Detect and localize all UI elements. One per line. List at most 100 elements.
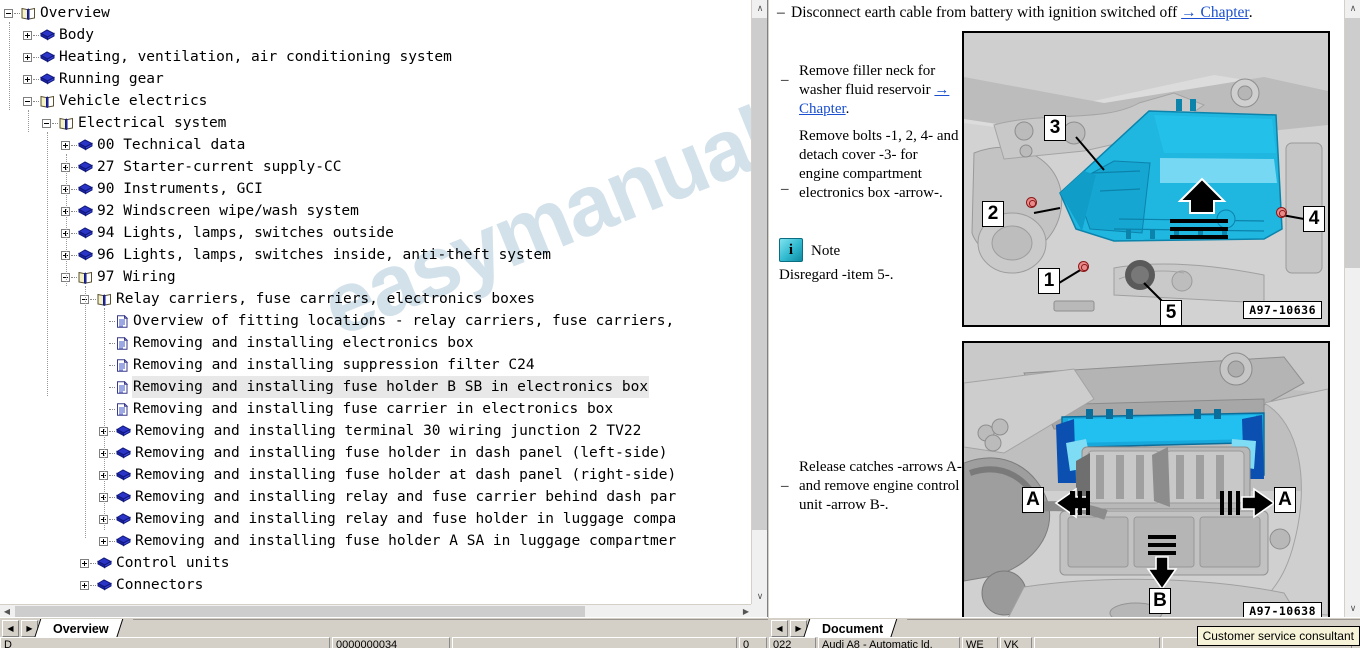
tree-item-11[interactable]: 96 Lights, lamps, switches inside, anti-… xyxy=(0,244,753,266)
tree-item-10[interactable]: 94 Lights, lamps, switches outside xyxy=(0,222,753,244)
instruction-disconnect-earth-cable: – Disconnect earth cable from battery wit… xyxy=(777,4,1317,22)
tree-item-5[interactable]: Electrical system xyxy=(0,112,753,134)
tab-prev-button-left[interactable]: ◀ xyxy=(2,620,19,637)
tree-item-22[interactable]: Removing and installing relay and fuse c… xyxy=(0,486,753,508)
left-tabstrip: ◀ ▶ Overview xyxy=(0,617,768,639)
tree-hscroll-thumb[interactable] xyxy=(15,606,585,617)
tree-item-17[interactable]: Removing and installing fuse holder B SB… xyxy=(0,376,753,398)
collapse-icon[interactable] xyxy=(4,8,13,18)
step-release-catches: – Release catches -arrows A- and remove … xyxy=(781,458,966,515)
expand-icon[interactable] xyxy=(61,140,70,150)
document-vscroll-thumb[interactable] xyxy=(1345,18,1360,268)
tree-item-14[interactable]: Overview of fitting locations - relay ca… xyxy=(0,310,753,332)
blue-book-icon xyxy=(78,204,93,218)
tree-guide-line xyxy=(66,154,67,286)
step-remove-filler-neck: – Remove filler neck for washer fluid re… xyxy=(781,62,961,119)
blue-book-icon xyxy=(116,468,131,482)
collapse-icon[interactable] xyxy=(42,118,51,128)
expand-icon[interactable] xyxy=(80,558,89,568)
scroll-left-icon[interactable]: ◀ xyxy=(0,605,14,617)
tree-guide-line xyxy=(85,286,86,538)
step-text: Release catches -arrows A- and remove en… xyxy=(799,459,962,513)
scroll-up-icon[interactable]: ∧ xyxy=(752,0,767,17)
tree-item-13[interactable]: Relay carriers, fuse carriers, electroni… xyxy=(0,288,753,310)
tree-item-6[interactable]: 00 Technical data xyxy=(0,134,753,156)
tree-item-23[interactable]: Removing and installing relay and fuse h… xyxy=(0,508,753,530)
tree-item-26[interactable]: Connectors xyxy=(0,574,753,596)
callout-A-right: A xyxy=(1274,487,1296,513)
tree-item-7[interactable]: 27 Starter-current supply-CC xyxy=(0,156,753,178)
tree-guide-line xyxy=(52,122,58,124)
figure1-caption: A97-10636 xyxy=(1243,301,1322,319)
scroll-down-icon[interactable]: ∨ xyxy=(752,588,767,605)
document-viewport[interactable]: – Disconnect earth cable from battery wit… xyxy=(769,0,1344,617)
tree-item-24[interactable]: Removing and installing fuse holder A SA… xyxy=(0,530,753,552)
tree-item-label: Connectors xyxy=(116,577,204,593)
tree-guide-line xyxy=(109,474,115,476)
document-icon xyxy=(116,380,129,394)
blue-book-icon xyxy=(97,556,112,570)
callout-5: 5 xyxy=(1160,300,1182,325)
figure-engine-control-unit: A A B A97-10638 xyxy=(962,341,1330,617)
tree-item-label: Removing and installing relay and fuse h… xyxy=(135,511,677,527)
tab-overview[interactable]: Overview xyxy=(42,618,123,639)
chapter-link[interactable]: → Chapter xyxy=(1181,4,1249,21)
tree-item-3[interactable]: Running gear xyxy=(0,68,753,90)
tree-item-16[interactable]: Removing and installing suppression filt… xyxy=(0,354,753,376)
tree-item-15[interactable]: Removing and installing electronics box xyxy=(0,332,753,354)
callout-4: 4 xyxy=(1303,206,1325,232)
expand-icon[interactable] xyxy=(99,536,108,546)
tree-list[interactable]: Overview Body Heating, ventilation, air co… xyxy=(0,0,753,596)
instruction-text: Disconnect earth cable from battery with… xyxy=(791,4,1178,21)
document-icon xyxy=(116,336,129,350)
tree-guide-line xyxy=(90,562,96,564)
bolt-marker-1 xyxy=(1078,261,1089,272)
expand-icon[interactable] xyxy=(80,580,89,590)
tree-guide-line xyxy=(28,110,29,132)
scroll-down-icon[interactable]: ∨ xyxy=(1345,600,1360,617)
tree-item-label: 27 Starter-current supply-CC xyxy=(97,159,342,175)
expand-icon[interactable] xyxy=(23,52,32,62)
scroll-up-icon[interactable]: ∧ xyxy=(1345,0,1360,17)
tree-horizontal-scrollbar[interactable]: ◀ ▶ xyxy=(0,604,753,617)
tree-vertical-scrollbar[interactable]: ∧ ∨ xyxy=(751,0,767,605)
tree-item-18[interactable]: Removing and installing fuse carrier in … xyxy=(0,398,753,420)
tree-item-label: Removing and installing fuse carrier in … xyxy=(133,401,614,417)
status-cell-1: 0000000034 xyxy=(332,637,450,648)
tree-item-8[interactable]: 90 Instruments, GCI xyxy=(0,178,753,200)
tree-item-12[interactable]: 97 Wiring xyxy=(0,266,753,288)
collapse-icon[interactable] xyxy=(23,96,32,106)
tree-item-label: Overview xyxy=(40,5,110,21)
blue-book-icon xyxy=(116,534,131,548)
tree-item-9[interactable]: 92 Windscreen wipe/wash system xyxy=(0,200,753,222)
blue-book-icon xyxy=(78,182,93,196)
tree-item-1[interactable]: Body xyxy=(0,24,753,46)
expand-icon[interactable] xyxy=(23,74,32,84)
tree-item-label: 97 Wiring xyxy=(97,269,176,285)
tree-item-4[interactable]: Vehicle electrics xyxy=(0,90,753,112)
callout-2: 2 xyxy=(982,201,1004,227)
tree-guide-line xyxy=(71,276,77,278)
tree-item-2[interactable]: Heating, ventilation, air conditioning s… xyxy=(0,46,753,68)
tree-guide-line xyxy=(71,144,77,146)
tree-item-0[interactable]: Overview xyxy=(0,2,753,24)
tree-guide-line xyxy=(71,166,77,168)
tab-prev-button-right[interactable]: ◀ xyxy=(771,620,788,637)
tree-item-25[interactable]: Control units xyxy=(0,552,753,574)
tree-item-21[interactable]: Removing and installing fuse holder at d… xyxy=(0,464,753,486)
blue-book-icon xyxy=(40,72,55,86)
tree-item-20[interactable]: Removing and installing fuse holder in d… xyxy=(0,442,753,464)
document-vertical-scrollbar[interactable]: ∧ ∨ xyxy=(1344,0,1360,617)
tree-item-label: Control units xyxy=(116,555,230,571)
tree-guide-line xyxy=(33,34,39,36)
scrollbar-corner xyxy=(751,604,767,617)
tree-guide-line xyxy=(71,254,77,256)
expand-icon[interactable] xyxy=(23,30,32,40)
tree-vscroll-thumb[interactable] xyxy=(752,18,767,530)
tree-item-label: 94 Lights, lamps, switches outside xyxy=(97,225,394,241)
tab-document[interactable]: Document xyxy=(811,618,898,639)
tree-viewport[interactable]: easymanuals.co.uk Overview Body Heating, v… xyxy=(0,0,753,605)
tree-item-19[interactable]: Removing and installing terminal 30 wiri… xyxy=(0,420,753,442)
status-cell-0: D xyxy=(0,637,330,648)
open-book-icon xyxy=(97,293,112,306)
